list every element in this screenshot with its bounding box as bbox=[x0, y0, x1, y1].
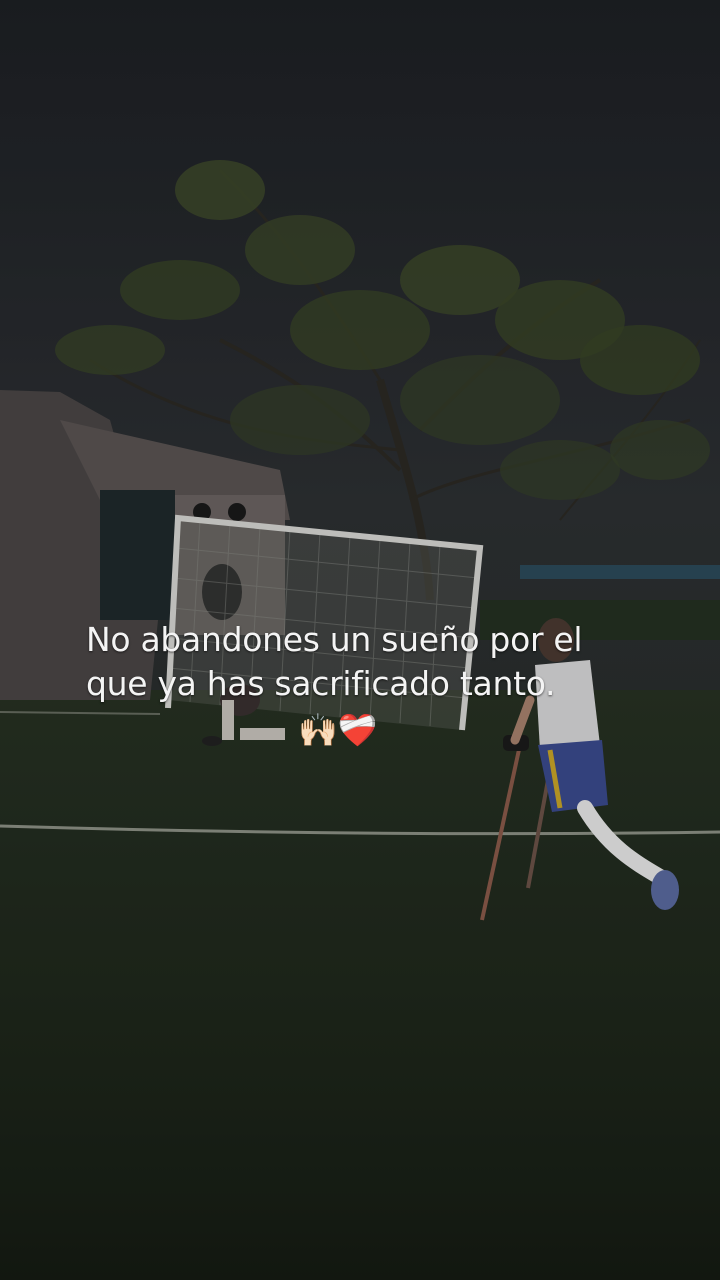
video-frame: No abandones un sueño por el que ya has … bbox=[0, 0, 720, 1280]
motivational-caption: No abandones un sueño por el que ya has … bbox=[86, 618, 666, 706]
raising-hands-icon: 🙌🏻 bbox=[298, 711, 338, 749]
emoji-row: 🙌🏻❤️‍🩹 bbox=[298, 708, 378, 752]
mending-heart-icon: ❤️‍🩹 bbox=[337, 711, 378, 749]
caption-line-2: que ya has sacrificado tanto. bbox=[86, 664, 556, 703]
caption-line-1: No abandones un sueño por el bbox=[86, 620, 583, 659]
